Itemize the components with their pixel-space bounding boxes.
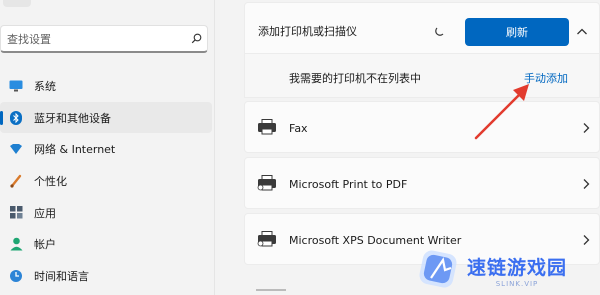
sidebar-item-accounts[interactable]: 帐户 (0, 228, 212, 260)
printer-icon (257, 175, 277, 191)
bluetooth-icon (8, 110, 24, 126)
sidebar-item-label: 蓝牙和其他设备 (34, 111, 111, 125)
sidebar-item-label: 帐户 (34, 238, 56, 252)
printer-icon (257, 231, 277, 247)
sidebar-item-label: 应用 (34, 206, 56, 220)
sidebar-item-bluetooth[interactable]: 蓝牙和其他设备 (0, 101, 212, 134)
printer-item-print-to-pdf[interactable]: Microsoft Print to PDF (244, 157, 600, 209)
search-input[interactable]: 查找设置 (0, 25, 208, 53)
chevron-right-icon (581, 122, 591, 134)
sidebar-item-label: 个性化 (34, 174, 67, 188)
refresh-button[interactable]: 刷新 (465, 18, 569, 46)
sidebar: 查找设置 系统 蓝牙和其他设备 网络 & Internet 个性化 应用 帐户 … (0, 0, 214, 295)
printer-name: Microsoft Print to PDF (289, 178, 408, 191)
chevron-right-icon (581, 178, 591, 190)
sidebar-item-network[interactable]: 网络 & Internet (0, 133, 212, 165)
sidebar-item-personalization[interactable]: 个性化 (0, 165, 212, 197)
watermark-text: 速链游戏园 (467, 256, 568, 279)
printer-not-listed-text: 我需要的打印机不在列表中 (289, 72, 421, 85)
sidebar-item-label: 时间和语言 (34, 269, 89, 283)
add-printer-header: 添加打印机或扫描仪 刷新 (244, 2, 600, 54)
watermark-subtext: SLINK.VIP (495, 279, 539, 288)
printer-name: Fax (289, 122, 308, 135)
scroll-hint (256, 289, 286, 291)
monitor-icon (8, 78, 24, 94)
printer-item-fax[interactable]: Fax (244, 101, 600, 153)
search-icon[interactable] (185, 33, 207, 44)
sidebar-item-system[interactable]: 系统 (0, 70, 212, 102)
sidebar-item-label: 网络 & Internet (34, 143, 116, 157)
back-button[interactable] (3, 0, 31, 7)
brush-icon (8, 173, 24, 189)
printer-not-listed-row: 我需要的打印机不在列表中 手动添加 (244, 54, 600, 98)
loading-spinner-icon (435, 26, 445, 36)
wifi-diamond-icon (8, 141, 24, 157)
globe-clock-icon (8, 268, 24, 284)
nav-list: 系统 蓝牙和其他设备 网络 & Internet 个性化 应用 帐户 时间和语言 (0, 70, 212, 292)
sidebar-divider (214, 0, 215, 295)
add-manually-link[interactable]: 手动添加 (524, 70, 568, 86)
search-placeholder: 查找设置 (7, 32, 51, 46)
sidebar-item-time-language[interactable]: 时间和语言 (0, 260, 212, 292)
watermark: 速链游戏园 SLINK.VIP (415, 245, 600, 295)
person-icon (8, 236, 24, 252)
watermark-logo-icon (415, 248, 461, 292)
sidebar-item-label: 系统 (34, 79, 56, 93)
add-printer-title: 添加打印机或扫描仪 (258, 25, 357, 38)
apps-icon (8, 205, 24, 221)
sidebar-item-apps[interactable]: 应用 (0, 197, 212, 229)
fax-icon (257, 119, 277, 135)
chevron-up-icon[interactable] (575, 25, 589, 39)
